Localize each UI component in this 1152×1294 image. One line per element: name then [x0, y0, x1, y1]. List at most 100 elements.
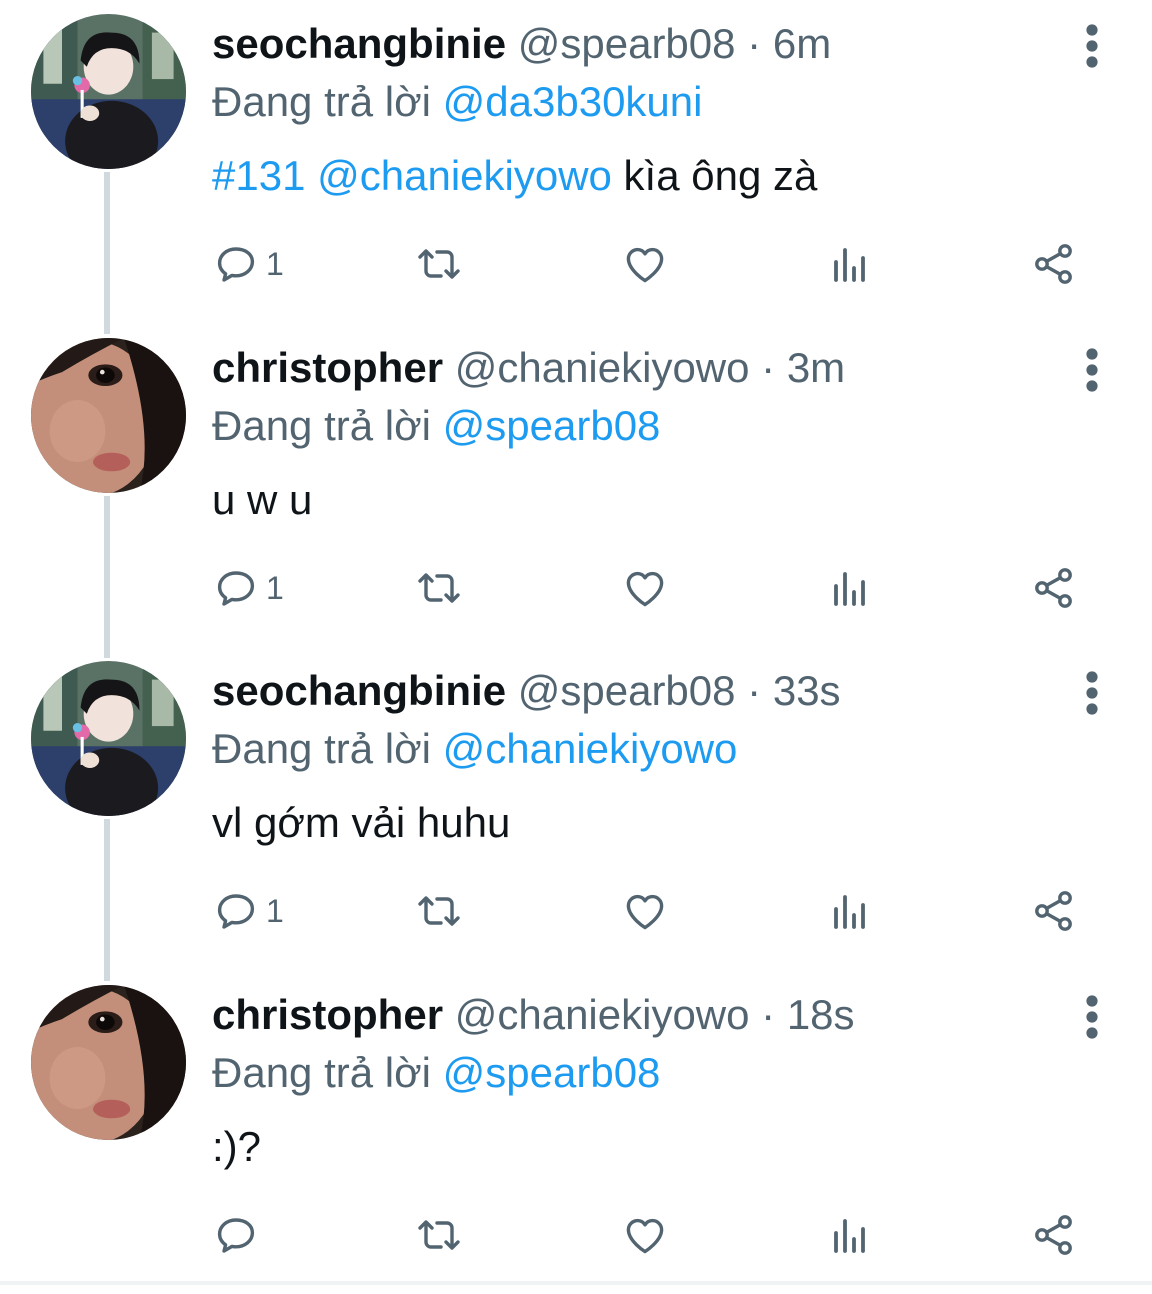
more-vertical-icon[interactable] [1080, 22, 1104, 70]
share-button[interactable] [1030, 236, 1078, 292]
share-icon [1030, 564, 1078, 612]
views-chart-icon [826, 564, 874, 612]
reply-count: 1 [266, 569, 284, 606]
replying-to: Đang trả lời @spearb08 [212, 1047, 660, 1099]
tweet-body: :)? [212, 1123, 262, 1170]
reply-icon [212, 240, 260, 288]
tweet[interactable]: seochangbinie @spearb08 · 6m Đang trả lờ… [0, 0, 1152, 323]
tweet-text: :)? [212, 1121, 261, 1173]
tweet-header: christopher @chaniekiyowo · 18s [212, 989, 855, 1041]
tweet-actions: 1 [0, 560, 1152, 616]
like-button[interactable] [621, 883, 669, 939]
more-vertical-icon[interactable] [1080, 669, 1104, 717]
mention-link[interactable]: @chaniekiyowo [317, 152, 612, 199]
reply-icon [212, 1211, 260, 1259]
views-chart-icon [826, 1211, 874, 1259]
tweet-text: #131 @chaniekiyowo kìa ông zà [212, 150, 817, 202]
user-avatar-image [31, 661, 186, 816]
user-avatar-image [31, 338, 186, 493]
replying-to-mention[interactable]: @spearb08 [443, 402, 661, 449]
hashtag-link[interactable]: #131 [212, 152, 305, 199]
timestamp[interactable]: 3m [787, 344, 845, 391]
share-button[interactable] [1030, 1207, 1078, 1263]
timestamp[interactable]: 18s [787, 991, 855, 1038]
views-button[interactable] [826, 1207, 874, 1263]
handle[interactable]: @chaniekiyowo [455, 991, 750, 1038]
tweet[interactable]: christopher @chaniekiyowo · 18s Đang trả… [0, 971, 1152, 1294]
display-name[interactable]: seochangbinie [212, 20, 506, 67]
separator-dot: · [749, 344, 787, 391]
more-vertical-icon[interactable] [1080, 993, 1104, 1041]
replying-label: Đang trả lời [212, 1049, 443, 1096]
timestamp[interactable]: 6m [773, 20, 831, 67]
retweet-button[interactable] [415, 236, 463, 292]
replying-to-mention[interactable]: @da3b30kuni [443, 78, 703, 125]
timestamp[interactable]: 33s [773, 667, 841, 714]
views-button[interactable] [826, 236, 874, 292]
reply-button[interactable]: 1 [212, 236, 284, 292]
avatar[interactable] [31, 338, 186, 493]
replying-to: Đang trả lời @spearb08 [212, 400, 660, 452]
reply-icon [212, 887, 260, 935]
tweet[interactable]: christopher @chaniekiyowo · 3m Đang trả … [0, 324, 1152, 647]
avatar[interactable] [31, 14, 186, 169]
replying-to: Đang trả lời @da3b30kuni [212, 76, 702, 128]
avatar[interactable] [31, 661, 186, 816]
tweet-text: u w u [212, 474, 312, 526]
retweet-icon [415, 564, 463, 612]
tweet-body: u w u [212, 476, 313, 523]
separator-dot: · [735, 20, 773, 67]
more-vertical-icon[interactable] [1080, 346, 1104, 394]
retweet-icon [415, 1211, 463, 1259]
replying-to: Đang trả lời @chaniekiyowo [212, 723, 737, 775]
share-icon [1030, 1211, 1078, 1259]
heart-icon [621, 240, 669, 288]
tweet-header: seochangbinie @spearb08 · 33s [212, 665, 841, 717]
display-name[interactable]: christopher [212, 991, 443, 1038]
views-button[interactable] [826, 883, 874, 939]
tweet-body: kìa ông zà [611, 152, 818, 199]
share-icon [1030, 240, 1078, 288]
like-button[interactable] [621, 1207, 669, 1263]
retweet-button[interactable] [415, 883, 463, 939]
tweet-actions: 1 [0, 883, 1152, 939]
share-icon [1030, 887, 1078, 935]
reply-icon [212, 564, 260, 612]
avatar[interactable] [31, 985, 186, 1140]
like-button[interactable] [621, 236, 669, 292]
like-button[interactable] [621, 560, 669, 616]
tweet-text: vl gớm vải huhu [212, 797, 510, 849]
reply-button[interactable] [212, 1207, 266, 1263]
replying-to-mention[interactable]: @spearb08 [443, 1049, 661, 1096]
reply-count: 1 [266, 892, 284, 929]
share-button[interactable] [1030, 883, 1078, 939]
user-avatar-image [31, 985, 186, 1140]
heart-icon [621, 1211, 669, 1259]
conversation-thread: seochangbinie @spearb08 · 6m Đang trả lờ… [0, 0, 1152, 1285]
tweet-body: vl gớm vải huhu [212, 799, 511, 846]
reply-button[interactable]: 1 [212, 883, 284, 939]
tweet-header: seochangbinie @spearb08 · 6m [212, 18, 831, 70]
handle[interactable]: @spearb08 [518, 20, 736, 67]
separator-dot: · [749, 991, 787, 1038]
retweet-icon [415, 887, 463, 935]
views-button[interactable] [826, 560, 874, 616]
tweet-actions [0, 1207, 1152, 1263]
separator-dot: · [735, 667, 773, 714]
tweet[interactable]: seochangbinie @spearb08 · 33s Đang trả l… [0, 647, 1152, 970]
share-button[interactable] [1030, 560, 1078, 616]
replying-to-mention[interactable]: @chaniekiyowo [443, 725, 738, 772]
handle[interactable]: @spearb08 [518, 667, 736, 714]
display-name[interactable]: seochangbinie [212, 667, 506, 714]
replying-label: Đang trả lời [212, 725, 443, 772]
heart-icon [621, 564, 669, 612]
display-name[interactable]: christopher [212, 344, 443, 391]
retweet-button[interactable] [415, 560, 463, 616]
handle[interactable]: @chaniekiyowo [455, 344, 750, 391]
divider [0, 1281, 1152, 1285]
user-avatar-image [31, 14, 186, 169]
reply-button[interactable]: 1 [212, 560, 284, 616]
replying-label: Đang trả lời [212, 78, 443, 125]
retweet-button[interactable] [415, 1207, 463, 1263]
reply-count: 1 [266, 245, 284, 282]
